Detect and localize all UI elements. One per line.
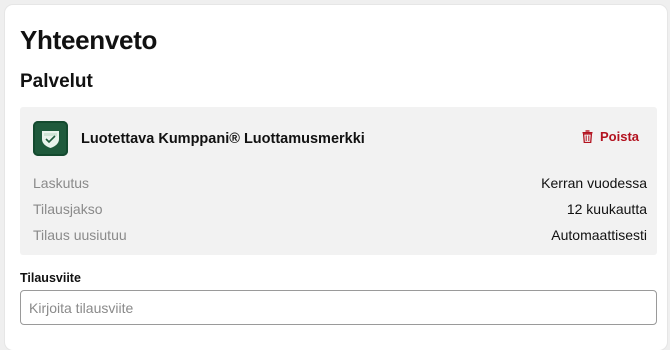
summary-card: Yhteenveto Palvelut Luotettava Kumppani®…: [5, 5, 667, 350]
detail-label: Laskutus: [33, 175, 90, 191]
remove-service-button[interactable]: Poista: [582, 129, 639, 144]
trash-icon: [582, 130, 593, 143]
service-item: Luotettava Kumppani® Luottamusmerkki Poi…: [20, 107, 657, 255]
shield-badge-icon: [33, 121, 68, 156]
detail-row-period: Tilausjakso 12 kuukautta: [33, 199, 647, 219]
page-title: Yhteenveto: [20, 25, 158, 55]
order-reference-input[interactable]: [20, 290, 657, 325]
detail-value: Automaattisesti: [551, 227, 647, 243]
detail-value: Kerran vuodessa: [541, 175, 647, 191]
remove-label: Poista: [599, 129, 639, 144]
detail-label: Tilausjakso: [33, 201, 103, 217]
detail-row-billing: Laskutus Kerran vuodessa: [33, 173, 647, 193]
detail-value: 12 kuukautta: [566, 201, 647, 217]
order-reference-label: Tilausviite: [20, 271, 81, 285]
detail-label: Tilaus uusiutuu: [33, 227, 127, 243]
service-name: Luotettava Kumppani® Luottamusmerkki: [81, 131, 365, 147]
services-heading: Palvelut: [20, 71, 93, 92]
detail-row-renewal: Tilaus uusiutuu Automaattisesti: [33, 225, 647, 245]
